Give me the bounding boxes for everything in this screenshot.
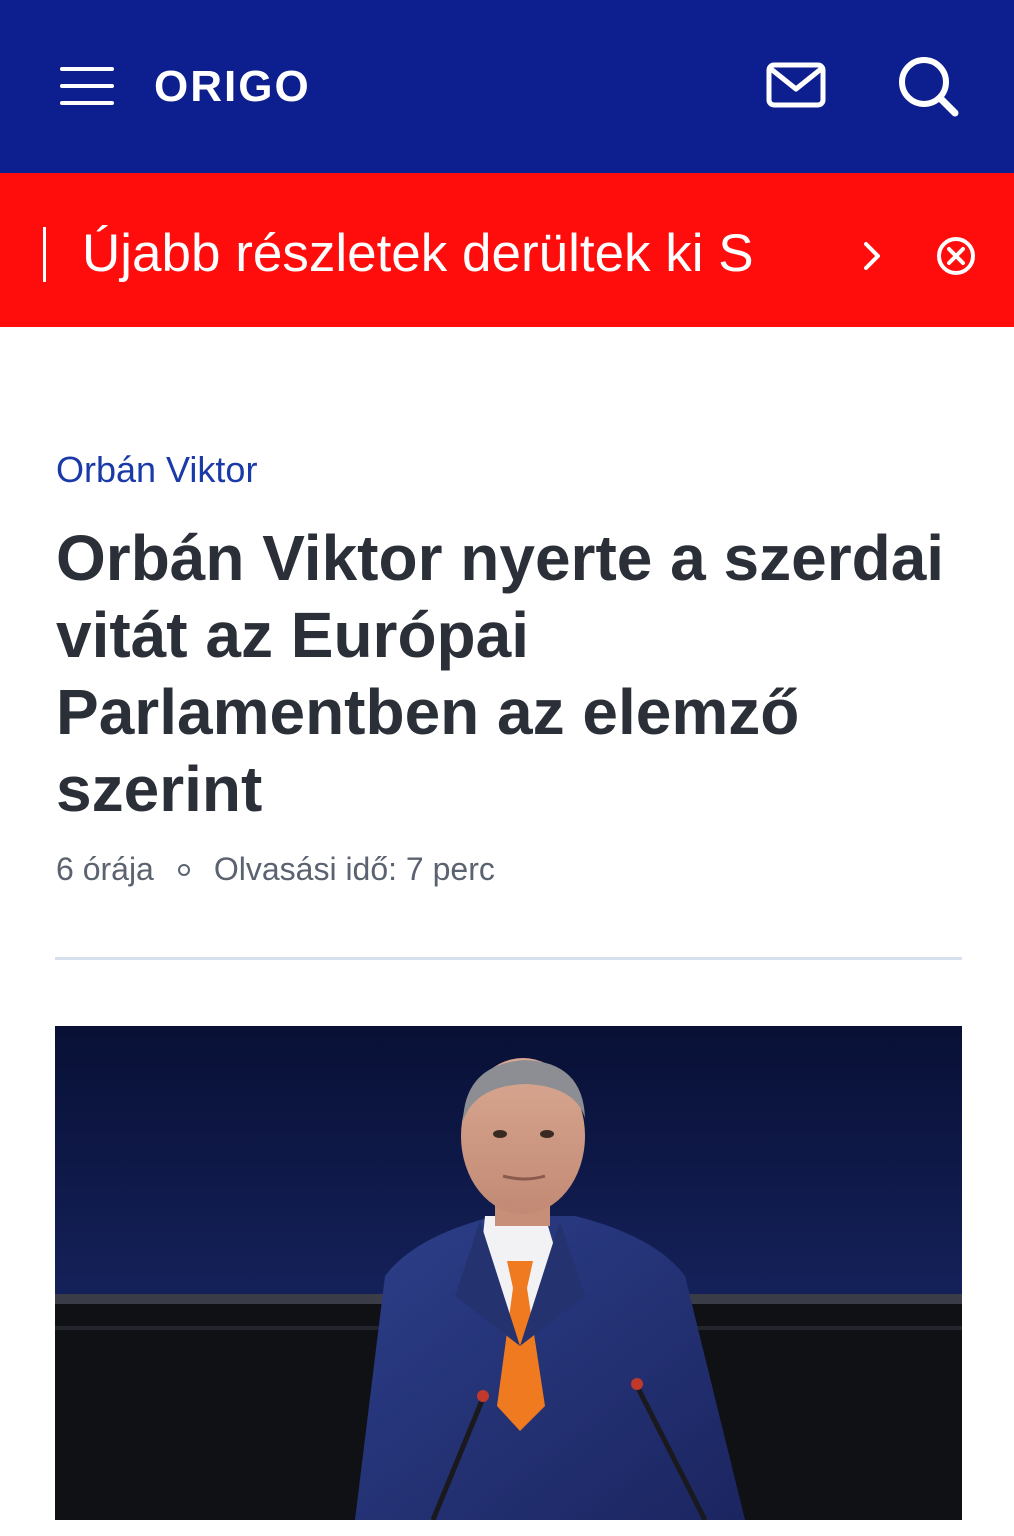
search-icon[interactable] [896, 54, 962, 120]
mail-icon[interactable] [764, 58, 828, 114]
article-title: Orbán Viktor nyerte a szerdai vitát az E… [56, 522, 945, 825]
article-category-link[interactable]: Orbán Viktor [56, 448, 257, 492]
site-logo[interactable]: ORIGO [154, 62, 311, 112]
breaking-divider [43, 227, 46, 282]
hamburger-menu-icon[interactable] [58, 64, 118, 110]
breaking-news-ticker[interactable]: Újabb részletek derültek ki S [82, 216, 806, 296]
breaking-news-text[interactable]: Újabb részletek derültek ki S [82, 216, 806, 292]
article-meta: 6 órája Olvasási idő: 7 perc [56, 848, 495, 890]
chevron-right-icon[interactable] [856, 236, 890, 276]
article-reading-time: Olvasási idő: 7 perc [213, 851, 495, 887]
article-page: ORIGO Újabb részletek derültek ki S Orbá… [0, 0, 1014, 1536]
header-divider [55, 957, 962, 960]
article-time-ago: 6 órája [56, 851, 154, 887]
close-circle-icon[interactable] [934, 234, 978, 278]
article-photo[interactable] [55, 1026, 962, 1520]
site-header: ORIGO [0, 0, 1014, 173]
meta-separator-dot [177, 863, 190, 876]
